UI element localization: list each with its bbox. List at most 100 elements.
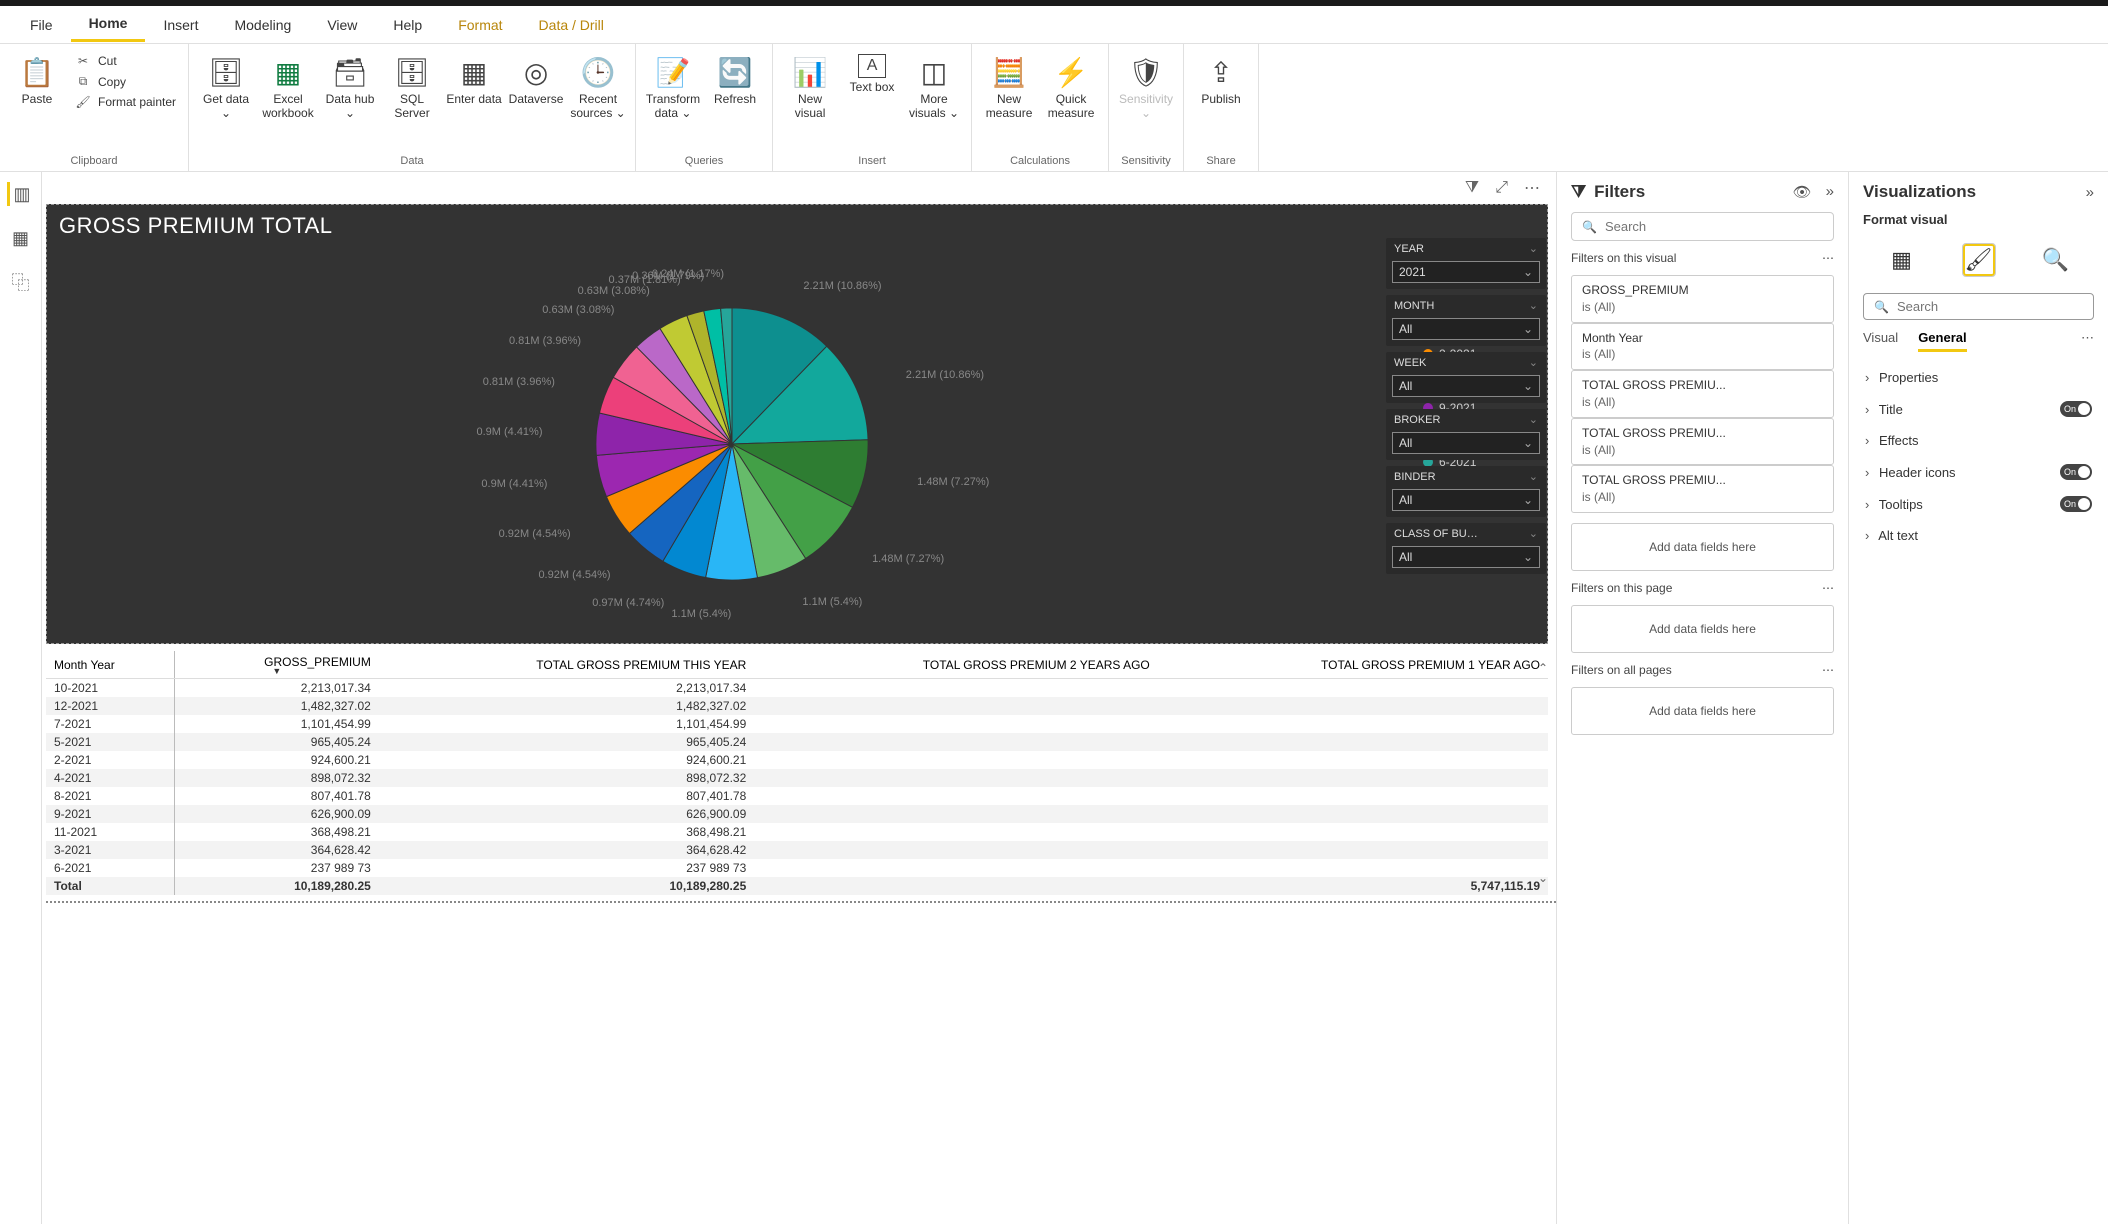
- paste-button[interactable]: 📋 Paste: [8, 48, 66, 106]
- format-prop-tooltips[interactable]: › TooltipsOn: [1863, 488, 2094, 520]
- table-row[interactable]: 2-2021924,600.21924,600.21: [46, 751, 1548, 769]
- refresh-button[interactable]: 🔄Refresh: [706, 48, 764, 106]
- table-header[interactable]: Month Year: [46, 651, 174, 679]
- table-header[interactable]: TOTAL GROSS PREMIUM THIS YEAR: [379, 651, 754, 679]
- table-header[interactable]: TOTAL GROSS PREMIUM 2 YEARS AGO: [754, 651, 1158, 679]
- menu-home[interactable]: Home: [71, 7, 146, 42]
- slicer-dropdown[interactable]: All: [1392, 546, 1540, 568]
- format-prop-title[interactable]: › TitleOn: [1863, 393, 2094, 425]
- hub-icon: 🗃: [332, 54, 368, 90]
- menu-format[interactable]: Format: [440, 9, 520, 41]
- slicer-class-of-bu-[interactable]: CLASS OF BU…All: [1386, 523, 1546, 574]
- table-row[interactable]: 8-2021807,401.78807,401.78: [46, 787, 1548, 805]
- new-measure-button[interactable]: 🧮New measure: [980, 48, 1038, 121]
- slicer-binder[interactable]: BINDERAll: [1386, 466, 1546, 517]
- menu-modeling[interactable]: Modeling: [216, 9, 309, 41]
- collapse-icon[interactable]: »: [2086, 184, 2094, 201]
- excel-workbook-button[interactable]: ▦Excel workbook: [259, 48, 317, 121]
- viz-search[interactable]: 🔍: [1863, 293, 2094, 320]
- slicer-dropdown[interactable]: All: [1392, 318, 1540, 340]
- table-row[interactable]: 11-2021368,498.21368,498.21: [46, 823, 1548, 841]
- add-fields-page[interactable]: Add data fields here: [1571, 605, 1834, 653]
- menu-file[interactable]: File: [12, 9, 71, 41]
- viz-tabs-more-icon[interactable]: ⋯: [2081, 330, 2094, 352]
- slicer-dropdown[interactable]: All: [1392, 432, 1540, 454]
- toggle-switch[interactable]: On: [2060, 464, 2092, 480]
- slicer-broker[interactable]: BROKERAll: [1386, 409, 1546, 460]
- table-header[interactable]: GROSS_PREMIUM▼: [174, 651, 379, 679]
- enter-data-button[interactable]: ▦Enter data: [445, 48, 503, 106]
- pie-chart-visual[interactable]: GROSS PREMIUM TOTAL 2.21M (10.86%)2.21M …: [46, 204, 1548, 644]
- menu-help[interactable]: Help: [375, 9, 440, 41]
- more-visuals-button[interactable]: ◫More visuals ⌄: [905, 48, 963, 121]
- filter-card[interactable]: TOTAL GROSS PREMIU...is (All): [1571, 465, 1834, 513]
- add-fields-all[interactable]: Add data fields here: [1571, 687, 1834, 735]
- viz-tab-general[interactable]: General: [1918, 330, 1966, 352]
- quick-measure-button[interactable]: ⚡Quick measure: [1042, 48, 1100, 121]
- copy-button[interactable]: ⧉Copy: [70, 72, 180, 91]
- get-data-button[interactable]: 🗄Get data ⌄: [197, 48, 255, 121]
- table-row[interactable]: 9-2021626,900.09626,900.09: [46, 805, 1548, 823]
- eye-icon[interactable]: 👁: [1793, 183, 1812, 201]
- build-visual-icon[interactable]: ▦: [1885, 243, 1919, 277]
- transform-data-button[interactable]: 📝Transform data ⌄: [644, 48, 702, 121]
- slicer-dropdown[interactable]: All: [1392, 375, 1540, 397]
- format-visual-icon[interactable]: 🖌: [1962, 243, 1996, 277]
- format-prop-header-icons[interactable]: › Header iconsOn: [1863, 456, 2094, 488]
- filter-card[interactable]: TOTAL GROSS PREMIU...is (All): [1571, 418, 1834, 466]
- publish-button[interactable]: ⇪Publish: [1192, 48, 1250, 106]
- recent-sources-button[interactable]: 🕒Recent sources ⌄: [569, 48, 627, 121]
- slicer-year[interactable]: YEAR2021: [1386, 238, 1546, 289]
- slicer-dropdown[interactable]: 2021: [1392, 261, 1540, 283]
- toggle-switch[interactable]: On: [2060, 401, 2092, 417]
- slicer-dropdown[interactable]: All: [1392, 489, 1540, 511]
- model-view-icon[interactable]: ⿻: [9, 270, 33, 294]
- report-view-icon[interactable]: ▥: [7, 182, 31, 206]
- sql-server-button[interactable]: 🗄SQL Server: [383, 48, 441, 121]
- menu-view[interactable]: View: [309, 9, 375, 41]
- focus-mode-icon[interactable]: ⤢: [1495, 179, 1508, 197]
- new-visual-button[interactable]: 📊New visual: [781, 48, 839, 121]
- filters-search-input[interactable]: [1605, 219, 1823, 234]
- format-prop-alt-text[interactable]: › Alt text: [1863, 520, 2094, 551]
- pie-slice-label: 0.97M (4.74%): [592, 597, 664, 609]
- data-view-icon[interactable]: ▦: [9, 226, 33, 250]
- format-prop-properties[interactable]: › Properties: [1863, 362, 2094, 393]
- collapse-icon[interactable]: »: [1826, 183, 1834, 201]
- menu-insert[interactable]: Insert: [145, 9, 216, 41]
- section-more-icon[interactable]: ⋯: [1822, 581, 1834, 595]
- viz-search-input[interactable]: [1897, 299, 2083, 314]
- filter-icon[interactable]: ⧩: [1465, 179, 1479, 197]
- table-visual[interactable]: Month YearGROSS_PREMIUM▼TOTAL GROSS PREM…: [46, 650, 1548, 895]
- data-hub-button[interactable]: 🗃Data hub ⌄: [321, 48, 379, 121]
- filter-card[interactable]: Month Yearis (All): [1571, 323, 1834, 371]
- table-row[interactable]: 3-2021364,628.42364,628.42: [46, 841, 1548, 859]
- viz-tab-visual[interactable]: Visual: [1863, 330, 1898, 352]
- format-painter-button[interactable]: 🖌Format painter: [70, 93, 180, 111]
- toggle-switch[interactable]: On: [2060, 496, 2092, 512]
- filter-card[interactable]: TOTAL GROSS PREMIU...is (All): [1571, 370, 1834, 418]
- table-row[interactable]: 7-20211,101,454.991,101,454.99: [46, 715, 1548, 733]
- table-header[interactable]: TOTAL GROSS PREMIUM 1 YEAR AGO: [1158, 651, 1548, 679]
- text-box-button[interactable]: AText box: [843, 48, 901, 94]
- filter-card[interactable]: GROSS_PREMIUMis (All): [1571, 275, 1834, 323]
- table-row[interactable]: 12-20211,482,327.021,482,327.02: [46, 697, 1548, 715]
- format-prop-effects[interactable]: › Effects: [1863, 425, 2094, 456]
- table-row[interactable]: 6-2021237 989 73237 989 73: [46, 859, 1548, 877]
- more-options-icon[interactable]: ⋯: [1524, 178, 1540, 198]
- filters-search[interactable]: 🔍: [1571, 212, 1834, 241]
- slicer-week[interactable]: WEEKAll: [1386, 352, 1546, 403]
- slicer-month[interactable]: MONTHAll: [1386, 295, 1546, 346]
- table-row[interactable]: 10-20212,213,017.342,213,017.34: [46, 679, 1548, 698]
- table-row[interactable]: 4-2021898,072.32898,072.32: [46, 769, 1548, 787]
- table-scrollbar[interactable]: ⌃⌄: [1538, 661, 1552, 885]
- dataverse-button[interactable]: ◎Dataverse: [507, 48, 565, 106]
- section-more-icon[interactable]: ⋯: [1822, 251, 1834, 265]
- add-fields-visual[interactable]: Add data fields here: [1571, 523, 1834, 571]
- section-more-icon[interactable]: ⋯: [1822, 663, 1834, 677]
- table-row[interactable]: 5-2021965,405.24965,405.24: [46, 733, 1548, 751]
- page-divider: [46, 901, 1556, 903]
- cut-button[interactable]: ✂Cut: [70, 52, 180, 70]
- menu-data-drill[interactable]: Data / Drill: [521, 9, 622, 41]
- analytics-icon[interactable]: 🔍: [2039, 243, 2073, 277]
